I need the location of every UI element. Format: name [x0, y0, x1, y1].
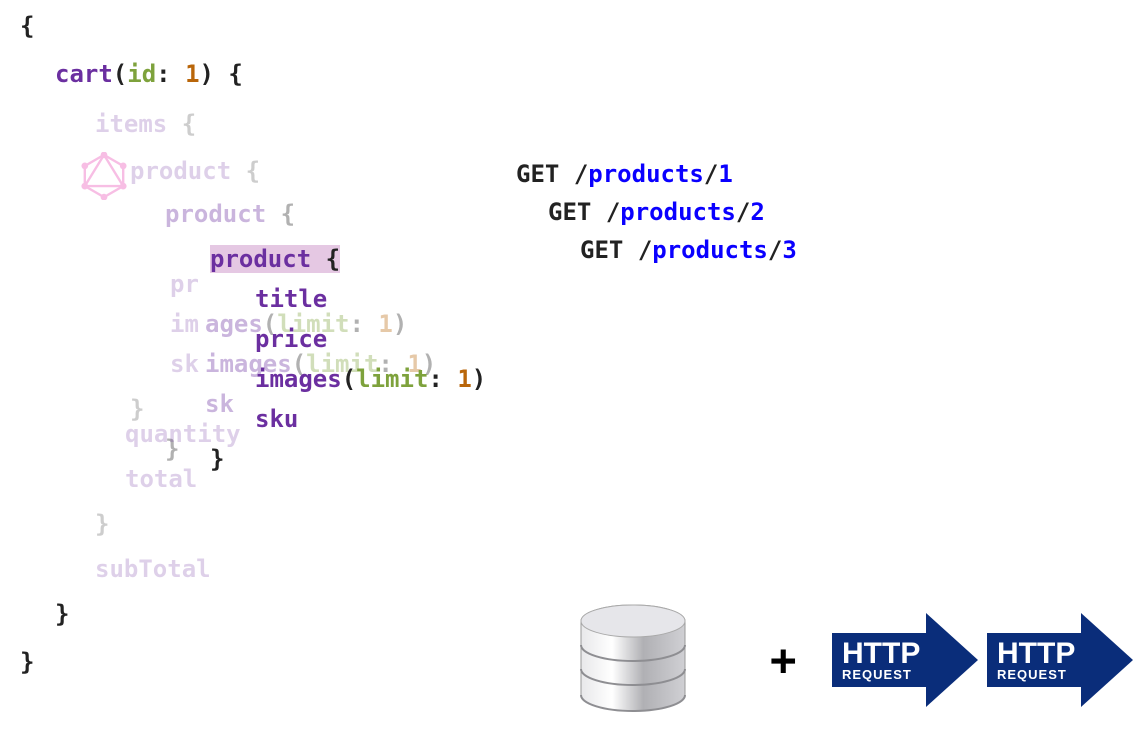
images-back: im — [170, 310, 199, 338]
price-front: price — [255, 325, 327, 353]
svg-text:REQUEST: REQUEST — [842, 667, 912, 682]
http-request-arrow-1: HTTP REQUEST — [830, 605, 980, 715]
brace-close-front: } — [210, 445, 224, 473]
brace-open-outer: { — [20, 12, 34, 40]
http-get-1: GET /products/1 — [516, 160, 733, 188]
http-get-3: GET /products/3 — [580, 236, 797, 264]
cart-line: cart(id: 1) { — [55, 60, 243, 88]
items-close: } — [95, 510, 109, 538]
svg-text:HTTP: HTTP — [842, 637, 920, 670]
brace-close-outer: } — [20, 648, 34, 676]
svg-text:HTTP: HTTP — [997, 637, 1075, 670]
product-back-line: product { — [130, 157, 260, 185]
cart-close: } — [55, 600, 69, 628]
http-request-arrow-2: HTTP REQUEST — [985, 605, 1135, 715]
items-line: items { — [95, 110, 196, 138]
database-icon — [563, 603, 703, 729]
total-line: total — [125, 465, 197, 493]
product-mid-line: product { — [165, 200, 295, 228]
graphql-logo-icon — [80, 152, 128, 206]
sku-back: sk — [170, 350, 199, 378]
sku-mid: sk — [205, 390, 234, 418]
product-front-line: product { — [210, 245, 340, 273]
images-front: images(limit: 1) — [255, 365, 486, 393]
svg-text:REQUEST: REQUEST — [997, 667, 1067, 682]
quantity-line: quantity — [125, 420, 241, 448]
title-front: title — [255, 285, 327, 313]
sku-front: sku — [255, 405, 298, 433]
price-back: pr — [170, 270, 199, 298]
brace-close-back: } — [130, 395, 144, 423]
http-get-2: GET /products/2 — [548, 198, 765, 226]
plus-symbol: + — [770, 635, 797, 686]
subtotal-line: subTotal — [95, 555, 211, 583]
